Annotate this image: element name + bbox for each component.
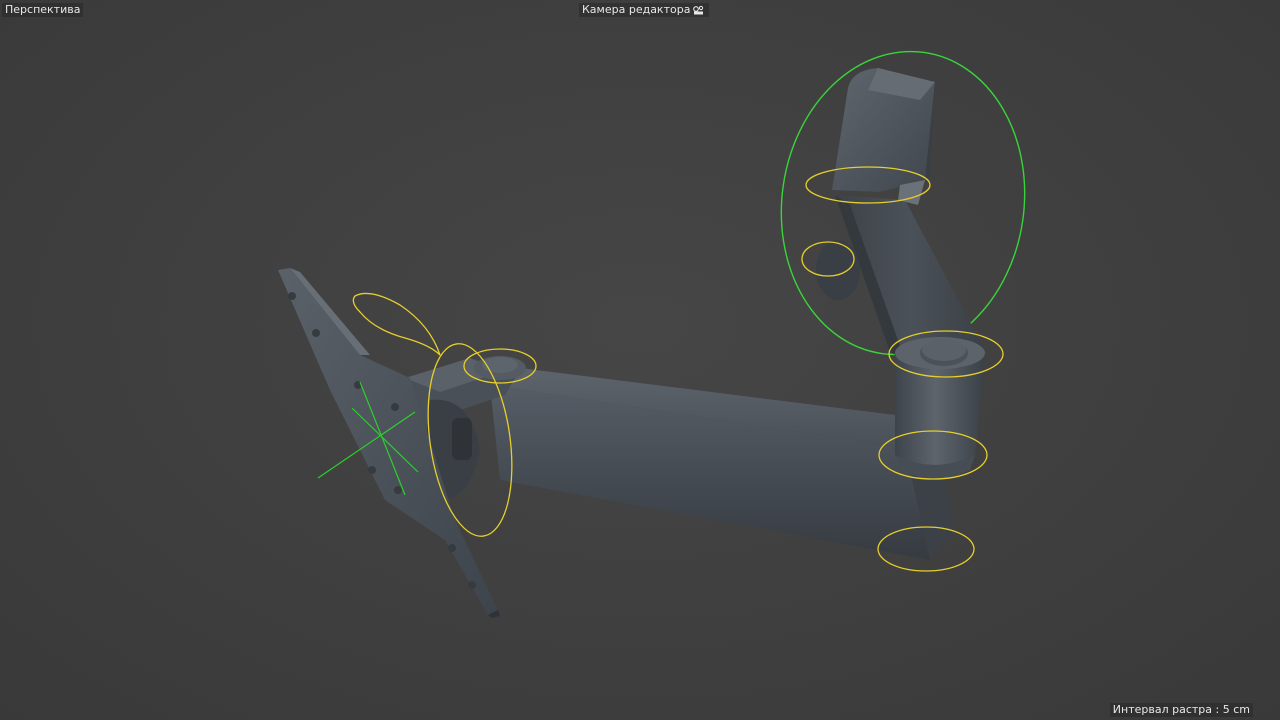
view-name-label[interactable]: Перспектива bbox=[2, 3, 84, 17]
upper-arm[interactable] bbox=[816, 195, 985, 360]
camera-icon bbox=[692, 4, 706, 16]
grid-interval-label: Интервал растра : 5 cm bbox=[1109, 703, 1253, 717]
wall-bracket-cap[interactable] bbox=[832, 68, 935, 205]
elbow-joint[interactable] bbox=[895, 337, 985, 479]
3d-viewport[interactable]: Перспектива Камера редактора Интервал ра… bbox=[0, 0, 1280, 720]
lower-arm[interactable] bbox=[490, 368, 955, 560]
camera-label: Камера редактора bbox=[582, 3, 691, 16]
camera-selector[interactable]: Камера редактора bbox=[579, 3, 710, 17]
scene-render[interactable] bbox=[0, 0, 1280, 720]
swivel-handle[interactable] bbox=[352, 292, 441, 356]
